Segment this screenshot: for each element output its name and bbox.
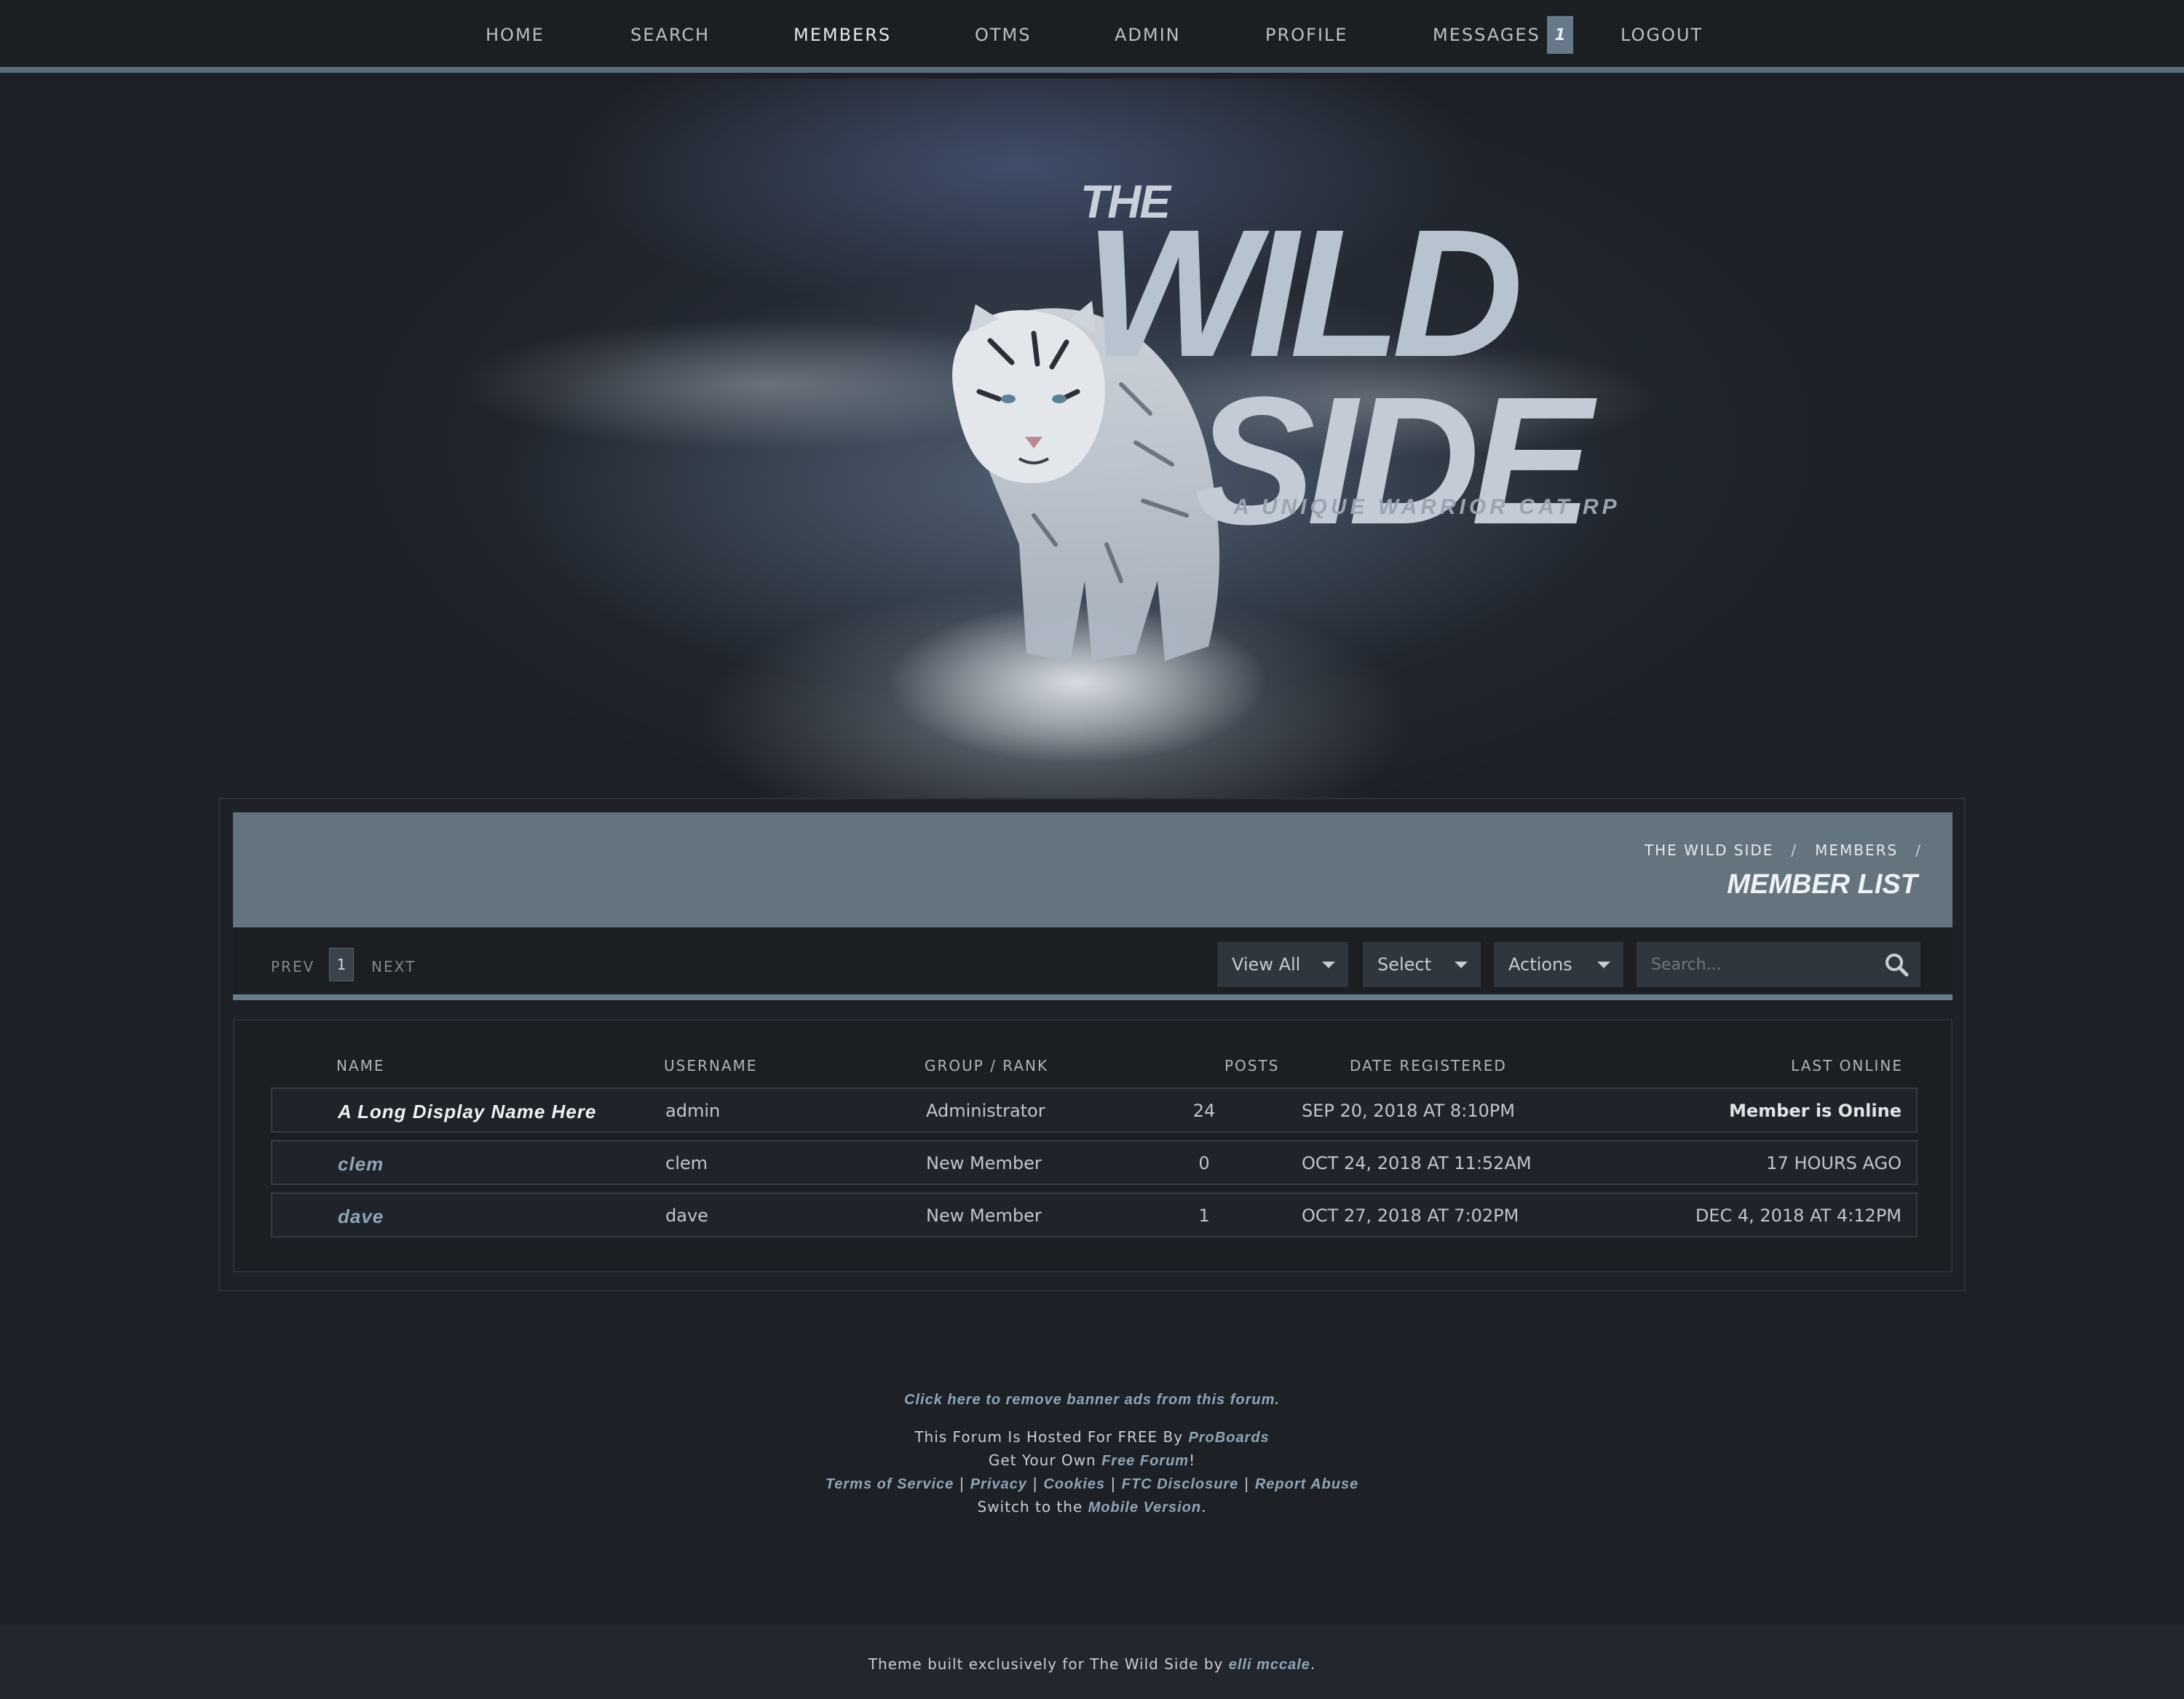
search-icon[interactable] (1884, 952, 1909, 977)
mobile-version-link[interactable]: Mobile Version (1088, 1500, 1202, 1516)
member-list-panel: THE WILD SIDE / MEMBERS / MEMBER LIST PREV … (218, 798, 1966, 1291)
remove-ads-link[interactable]: Click here to remove banner ads from thi… (904, 1392, 1280, 1408)
nav-members[interactable]: MEMBERS (794, 25, 891, 45)
breadcrumb: THE WILD SIDE / MEMBERS / (1645, 841, 1922, 859)
nav-profile[interactable]: PROFILE (1265, 25, 1348, 45)
cookies-link[interactable]: Cookies (1043, 1476, 1105, 1492)
member-table: NAME USERNAME GROUP / RANK POSTS DATE RE… (233, 1019, 1952, 1272)
member-search-input[interactable] (1637, 942, 1920, 987)
ftc-disclosure-link[interactable]: FTC Disclosure (1122, 1476, 1239, 1492)
member-username: admin (665, 1101, 721, 1121)
messages-count-badge[interactable]: 1 (1547, 16, 1573, 54)
member-toolbar: PREV 1 NEXT View All Select Actions (233, 927, 1952, 1000)
table-row: A Long Display Name Here admin Administr… (271, 1088, 1918, 1133)
get-own-suffix: ! (1189, 1452, 1196, 1469)
footer-hosted-line: This Forum Is Hosted For FREE By ProBoar… (0, 1428, 2184, 1446)
column-header-last-online[interactable]: LAST ONLINE (1791, 1057, 1903, 1074)
nav-logout[interactable]: LOGOUT (1621, 25, 1703, 45)
terms-link[interactable]: Terms of Service (826, 1476, 954, 1492)
member-last-online: 17 HOURS AGO (1766, 1153, 1902, 1173)
top-navigation: HOME SEARCH MEMBERS OTMS ADMIN PROFILE M… (0, 0, 2184, 73)
pipe-separator: | (959, 1475, 965, 1492)
theme-credit: Theme built exclusively for The Wild Sid… (0, 1655, 2184, 1674)
footer-mobile-line: Switch to the Mobile Version. (0, 1498, 2184, 1516)
chevron-down-icon (1322, 962, 1335, 968)
actions-dropdown[interactable]: Actions (1494, 942, 1623, 987)
chevron-down-icon (1455, 962, 1468, 968)
credit-suffix: . (1310, 1655, 1316, 1673)
select-label: Select (1377, 954, 1432, 975)
view-all-label: View All (1232, 954, 1301, 975)
pagination-prev[interactable]: PREV (271, 958, 314, 975)
footer-legal-links: Terms of Service | Privacy | Cookies | F… (0, 1475, 2184, 1493)
member-posts: 24 (1192, 1101, 1216, 1121)
theme-credit-bar: Theme built exclusively for The Wild Sid… (0, 1625, 2184, 1699)
banner-title-side: SIDE (1194, 359, 1592, 562)
banner-title-wild: WILD (1085, 191, 1524, 395)
member-group: Administrator (926, 1101, 1045, 1121)
get-own-text: Get Your Own (988, 1452, 1096, 1469)
nav-search[interactable]: SEARCH (630, 25, 710, 45)
member-display-name[interactable]: A Long Display Name Here (338, 1101, 596, 1123)
table-row: dave dave New Member 1 OCT 27, 2018 AT 7… (271, 1192, 1918, 1237)
pagination-page-1[interactable]: 1 (329, 948, 354, 981)
breadcrumb-separator: / (1915, 841, 1922, 859)
column-header-date-registered[interactable]: DATE REGISTERED (1350, 1057, 1507, 1074)
pipe-separator: | (1032, 1475, 1038, 1492)
breadcrumb-forum[interactable]: THE WILD SIDE (1645, 841, 1773, 859)
column-header-group[interactable]: GROUP / RANK (925, 1057, 1048, 1074)
member-date-registered: OCT 24, 2018 AT 11:52AM (1302, 1153, 1532, 1173)
credit-text: Theme built exclusively for The Wild Sid… (868, 1655, 1224, 1673)
member-date-registered: OCT 27, 2018 AT 7:02PM (1302, 1205, 1519, 1226)
footer-free-forum-line: Get Your Own Free Forum! (0, 1452, 2184, 1470)
table-row: clem clem New Member 0 OCT 24, 2018 AT 1… (271, 1140, 1918, 1185)
member-username: clem (665, 1153, 708, 1173)
member-last-online: Member is Online (1729, 1101, 1902, 1121)
pagination-next[interactable]: NEXT (371, 958, 416, 975)
switch-suffix: . (1201, 1498, 1207, 1516)
nav-messages[interactable]: MESSAGES (1433, 25, 1540, 45)
credit-author-link[interactable]: elli mccale (1229, 1657, 1310, 1673)
panel-header: THE WILD SIDE / MEMBERS / MEMBER LIST (233, 812, 1952, 927)
member-posts: 0 (1198, 1153, 1210, 1173)
free-forum-link[interactable]: Free Forum (1101, 1453, 1189, 1469)
switch-text: Switch to the (977, 1498, 1083, 1516)
member-last-online: DEC 4, 2018 AT 4:12PM (1695, 1205, 1902, 1226)
view-all-dropdown[interactable]: View All (1217, 942, 1348, 987)
column-header-posts[interactable]: POSTS (1224, 1057, 1279, 1074)
banner-tagline: A UNIQUE WARRIOR CAT RP (1233, 495, 1621, 519)
member-group: New Member (926, 1205, 1042, 1226)
pipe-separator: | (1243, 1475, 1250, 1492)
actions-label: Actions (1508, 954, 1572, 975)
breadcrumb-members[interactable]: MEMBERS (1815, 841, 1898, 859)
privacy-link[interactable]: Privacy (970, 1476, 1027, 1492)
member-group: New Member (926, 1153, 1042, 1173)
member-display-name[interactable]: clem (338, 1153, 384, 1176)
forum-banner: THE WILD SIDE A UNIQUE WARRIOR CAT RP (0, 79, 2184, 799)
footer-remove-ads-line: Click here to remove banner ads from thi… (0, 1390, 2184, 1409)
pipe-separator: | (1110, 1475, 1117, 1492)
column-header-username[interactable]: USERNAME (664, 1057, 757, 1074)
nav-home[interactable]: HOME (486, 25, 545, 45)
breadcrumb-separator: / (1791, 841, 1798, 859)
member-username: dave (665, 1205, 708, 1226)
proboards-link[interactable]: ProBoards (1188, 1430, 1269, 1446)
nav-otms[interactable]: OTMS (975, 25, 1032, 45)
member-posts: 1 (1198, 1205, 1210, 1226)
chevron-down-icon (1597, 962, 1610, 968)
nav-admin[interactable]: ADMIN (1115, 25, 1181, 45)
select-dropdown[interactable]: Select (1363, 942, 1481, 987)
column-header-name[interactable]: NAME (336, 1057, 385, 1074)
member-display-name[interactable]: dave (338, 1205, 384, 1228)
member-date-registered: SEP 20, 2018 AT 8:10PM (1302, 1101, 1515, 1121)
hosted-text: This Forum Is Hosted For FREE By (914, 1428, 1184, 1446)
report-abuse-link[interactable]: Report Abuse (1255, 1476, 1358, 1492)
page-title: MEMBER LIST (1727, 869, 1918, 900)
